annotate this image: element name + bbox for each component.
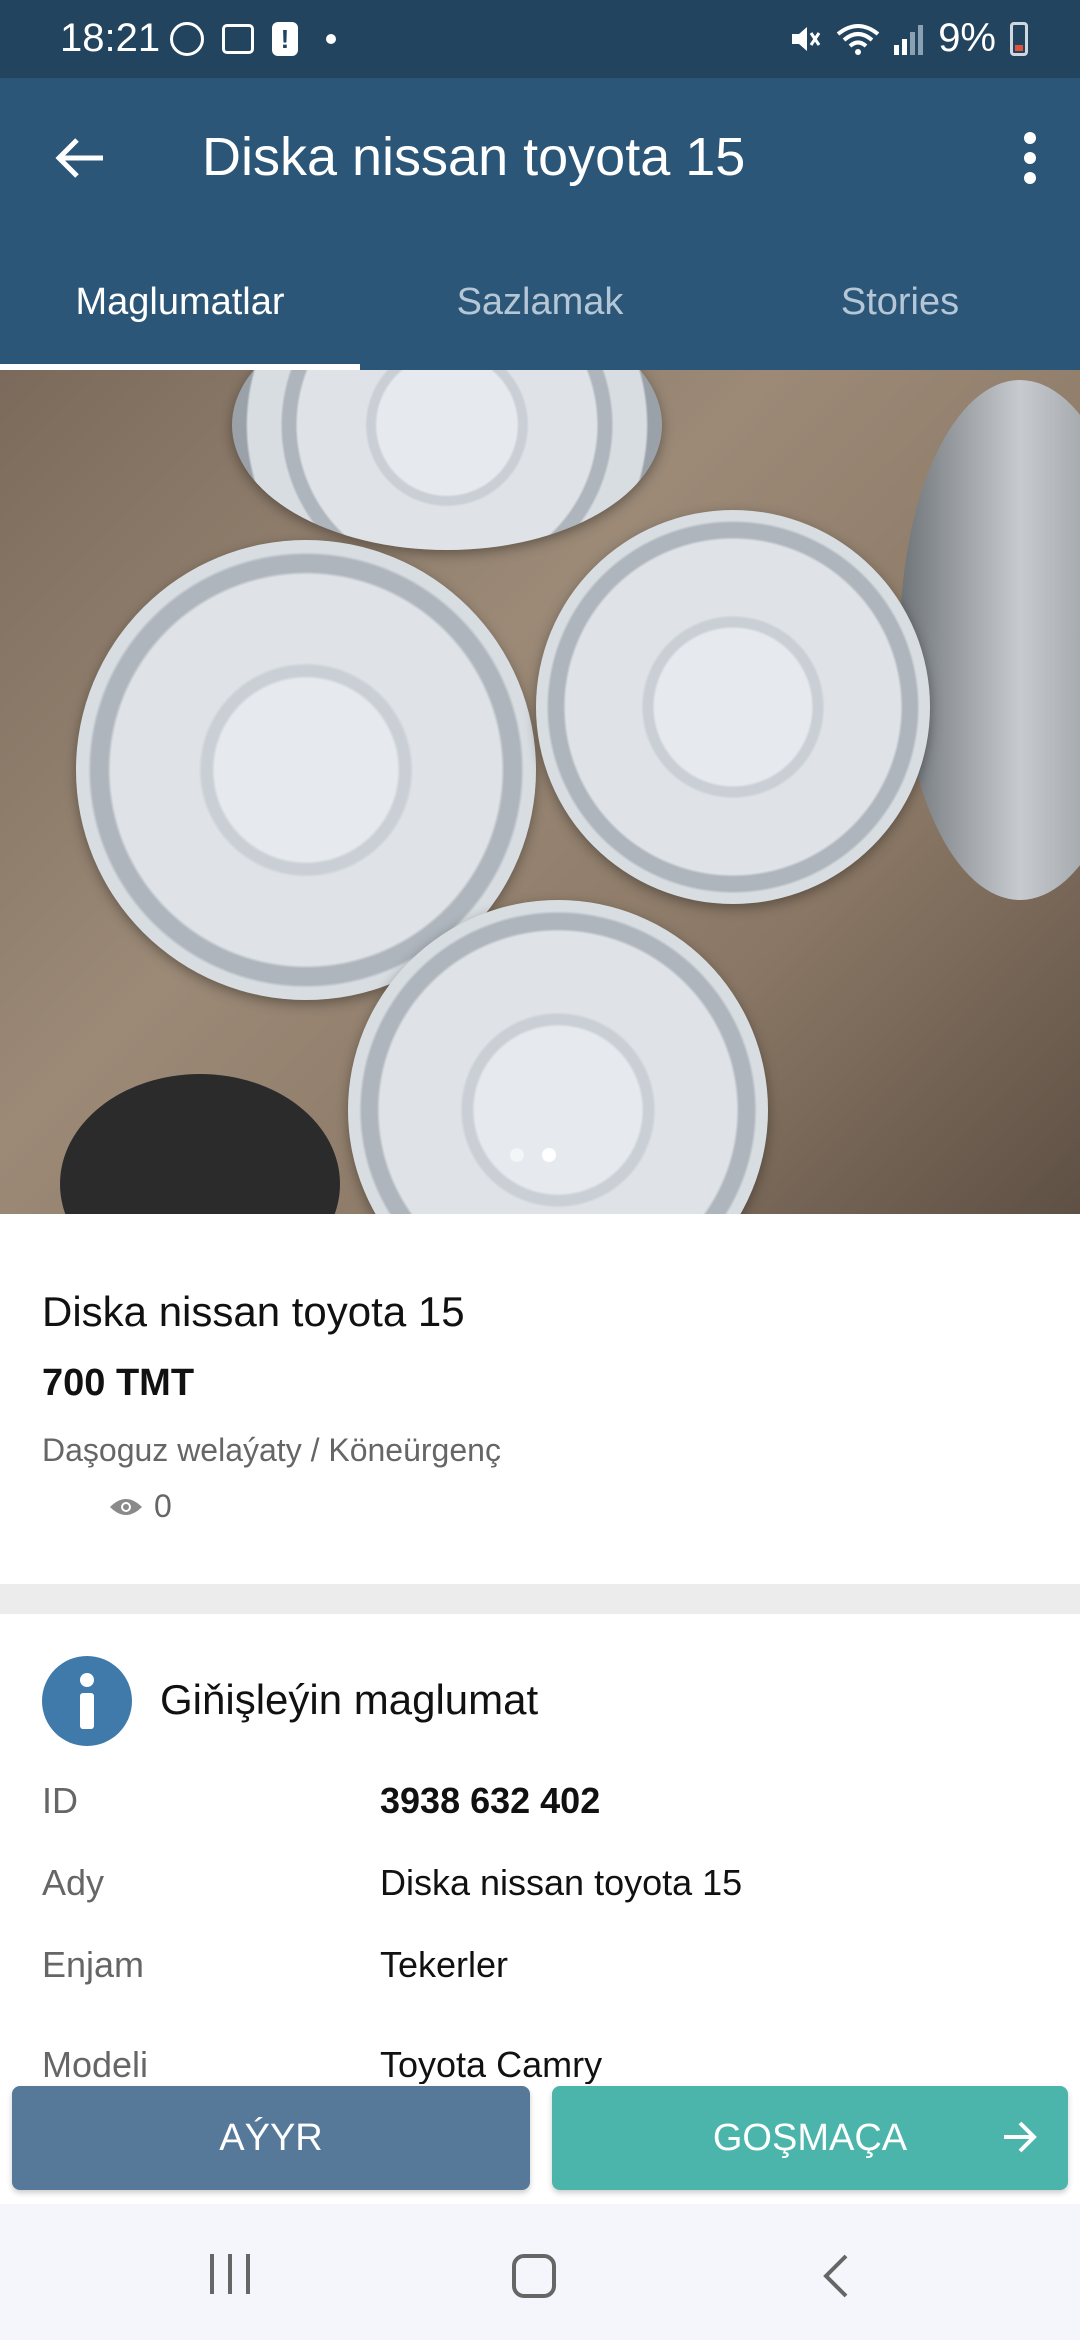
details-section: Giňişleýin maglumat ID 3938 632 402 Ady … (0, 1614, 1080, 2084)
wifi-icon (836, 23, 880, 55)
detail-value: Diska nissan toyota 15 (380, 1862, 743, 1903)
home-icon[interactable] (512, 2254, 556, 2298)
detail-value: Toyota Camry (380, 2044, 603, 2084)
listing-photo-gallery[interactable] (0, 370, 1080, 1214)
status-system-icons: 9% (788, 16, 1028, 61)
info-icon (42, 1656, 132, 1746)
app-bar: Diska nissan toyota 15 (0, 78, 1080, 234)
signal-icon (894, 24, 924, 55)
status-notification-icons: ! (170, 22, 336, 56)
eye-icon (110, 1498, 142, 1515)
more-vert-icon[interactable] (1000, 118, 1060, 198)
detail-row-modeli: Modeli Toyota Camry (42, 2044, 602, 2084)
tab-stories[interactable]: Stories (720, 234, 1080, 370)
more-notifications-dot (326, 34, 336, 44)
remove-button[interactable]: AÝYR (12, 2086, 530, 2190)
gallery-icon (222, 24, 254, 54)
add-button[interactable]: GOŞMAÇA (552, 2086, 1068, 2190)
detail-row-enjam: Enjam Tekerler (42, 1944, 508, 1986)
detail-key: ID (42, 1780, 78, 1821)
listing-price: 700 TMT (42, 1362, 195, 1404)
imo-icon (170, 22, 204, 56)
alert-icon: ! (272, 22, 298, 56)
view-count-value: 0 (154, 1488, 172, 1524)
details-heading: Giňişleýin maglumat (160, 1676, 539, 1723)
detail-row-ady: Ady Diska nissan toyota 15 (42, 1862, 742, 1904)
recents-icon[interactable] (210, 2254, 250, 2294)
detail-key: Modeli (42, 2044, 149, 2084)
system-nav-bar (0, 2204, 1080, 2340)
remove-button-label: AÝYR (219, 2116, 323, 2159)
back-arrow-icon (55, 138, 103, 178)
section-divider (0, 1584, 1080, 1614)
photo-wheel-3 (536, 510, 930, 904)
tab-bar: Maglumatlar Sazlamak Stories (0, 234, 1080, 370)
battery-icon (1010, 21, 1028, 56)
gallery-dot-2[interactable] (542, 1148, 556, 1162)
detail-key: Ady (42, 1862, 105, 1903)
detail-row-id: ID 3938 632 402 (42, 1780, 600, 1822)
battery-percent: 9% (938, 16, 996, 60)
gallery-dot-1[interactable] (510, 1148, 524, 1162)
listing-location: Daşoguz welaýaty / Köneürgenç (42, 1432, 501, 1468)
listing-summary: Diska nissan toyota 15 700 TMT Daşoguz w… (0, 1214, 1080, 1584)
view-count: 0 (108, 1488, 172, 1525)
arrow-right-icon (1004, 2121, 1037, 2153)
gallery-pagination (510, 1148, 556, 1162)
photo-rim (900, 380, 1080, 900)
mute-icon (792, 26, 821, 51)
action-bar: AÝYR GOŞMAÇA (0, 2084, 1080, 2204)
detail-value: Tekerler (380, 1944, 509, 1985)
status-bar: 18:21 ! 9% (0, 0, 1080, 78)
nav-back-icon[interactable] (820, 2252, 850, 2300)
photo-tire (60, 1074, 340, 1214)
photo-wheel-1 (232, 370, 662, 550)
listing-title: Diska nissan toyota 15 (42, 1288, 465, 1335)
detail-value: 3938 632 402 (380, 1780, 601, 1821)
detail-key: Enjam (42, 1944, 145, 1985)
add-button-label: GOŞMAÇA (712, 2116, 908, 2159)
back-button[interactable] (40, 118, 120, 198)
tab-sazlamak[interactable]: Sazlamak (360, 234, 720, 370)
tab-maglumatlar[interactable]: Maglumatlar (0, 234, 360, 370)
status-time: 18:21 (60, 16, 161, 60)
page-title: Diska nissan toyota 15 (202, 127, 746, 187)
